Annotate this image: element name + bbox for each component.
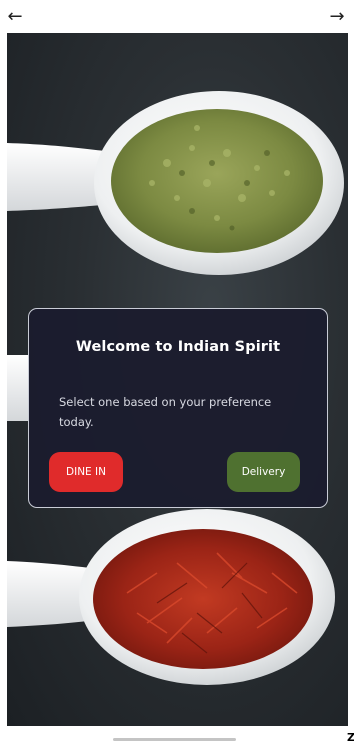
corner-text: Z — [347, 731, 354, 744]
arrow-right-icon[interactable]: → — [326, 6, 348, 28]
welcome-dialog: Welcome to Indian Spirit Select one base… — [28, 308, 328, 508]
dialog-message: Select one based on your preference toda… — [59, 395, 272, 429]
dialog-title: Welcome to Indian Spirit — [75, 339, 281, 355]
arrow-left-icon[interactable]: ← — [4, 6, 26, 28]
home-indicator[interactable] — [113, 738, 236, 741]
delivery-button[interactable]: Delivery — [227, 452, 300, 492]
dine-in-button[interactable]: DINE IN — [49, 452, 123, 492]
